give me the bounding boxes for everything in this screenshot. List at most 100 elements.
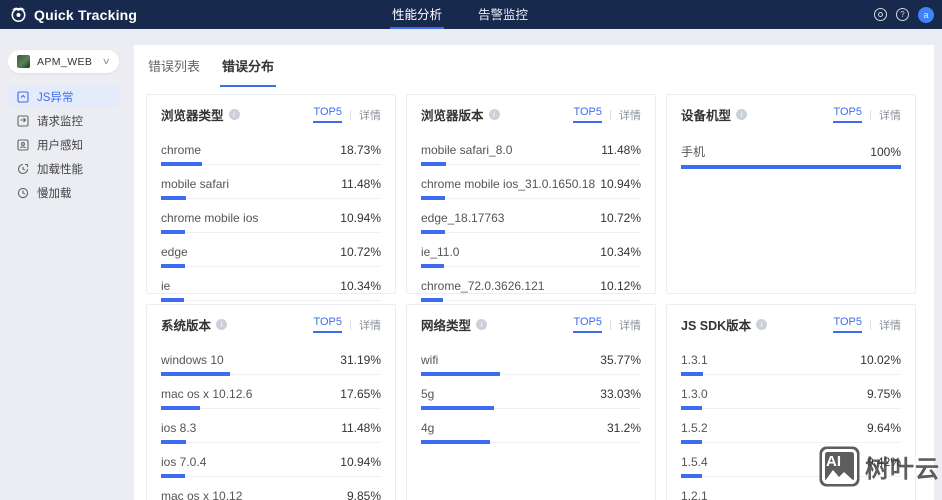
info-icon[interactable]: i [736,109,748,120]
metric-value: 10.12% [600,279,641,293]
content-tabs: 错误列表 错误分布 [134,45,934,87]
metric-line: chrome 18.73% [161,143,381,157]
metric-row: edge_18.17763 10.72% [421,200,641,234]
tab-error-list[interactable]: 错误列表 [146,56,202,87]
metric-line: ie_11.0 10.34% [421,245,641,259]
metric-label: mac os x 10.12 [161,489,243,500]
info-icon[interactable]: i [476,319,488,330]
info-icon[interactable]: i [756,319,768,330]
metric-bar-fill [421,196,446,200]
card-actions: TOP5 详情 [573,316,641,333]
user-perception-icon [17,138,29,151]
gear-icon[interactable] [874,8,887,21]
info-icon[interactable]: i [216,319,228,330]
js-exception-icon [17,90,29,103]
metric-row: mac os x 10.12.6 17.65% [161,376,381,410]
sidebar-item-user-perception[interactable]: 用户感知 [8,133,119,156]
metric-bar-fill [161,264,185,268]
metric-row: chrome mobile ios 10.94% [161,200,381,234]
metric-label: 4g [421,421,435,435]
detail-link[interactable]: 详情 [359,317,381,333]
metric-row: 1.3.0 9.75% [681,376,901,410]
metric-value: 9.85% [346,489,381,500]
metric-line: 1.5.2 9.64% [681,421,901,435]
metric-label: chrome mobile ios [161,211,259,225]
sidebar-item-js-exception[interactable]: JS异常 [8,85,119,108]
metric-bar [421,406,641,410]
metric-label: ios 8.3 [161,421,197,435]
metric-value: 35.77% [600,353,641,367]
metric-value: 18.73% [340,143,381,157]
metric-row: ios 8.3 11.48% [161,410,381,444]
metric-bar [161,372,381,376]
sidebar-item-load-performance[interactable]: 加载性能 [8,157,119,180]
card-rows: windows 10 31.19% mac os x 10.12.6 17.65% io… [161,342,381,500]
nav-tab-performance[interactable]: 性能分析 [390,0,445,29]
project-select[interactable]: APM_WEB ∨ [8,50,119,73]
distribution-card: 浏览器版本 i TOP5 详情 mobile safari_8.0 11.48% chrom… [406,94,656,302]
avatar[interactable]: a [918,6,934,23]
metric-row: 1.2.1 [681,478,901,500]
metric-row: 1.5.4 9.42% [681,444,901,478]
sidebar-item-slow-load[interactable]: 慢加载 [8,181,119,204]
detail-link[interactable]: 详情 [359,107,381,123]
card-actions: TOP5 详情 [833,316,901,333]
divider [610,319,611,330]
detail-link[interactable]: 详情 [879,317,901,333]
metric-label: 5g [421,387,435,401]
metric-bar [681,372,901,376]
distribution-card: 系统版本 i TOP5 详情 windows 10 31.19% mac os x 10.1… [146,304,396,500]
help-icon[interactable]: ? [896,8,909,21]
card-title: 浏览器类型 [161,109,224,123]
project-label: APM_WEB [37,55,93,68]
metric-value: 10.94% [340,455,381,469]
card-rows: chrome 18.73% mobile safari 11.48% chrome mo… [161,132,381,302]
top5-tab[interactable]: TOP5 [833,106,862,123]
tab-error-distribution[interactable]: 错误分布 [220,56,277,87]
metric-line: windows 10 31.19% [161,353,381,367]
metric-bar-fill [421,264,444,268]
info-icon[interactable]: i [488,109,500,120]
metric-line: ie 10.34% [161,279,381,293]
sidebar-item-label: 用户感知 [37,139,83,152]
card-header: 网络类型 i TOP5 详情 [421,315,641,334]
metric-bar [161,474,381,478]
metric-bar [681,474,901,478]
metric-value: 10.34% [600,245,641,259]
metric-value: 10.34% [340,279,381,293]
top5-tab[interactable]: TOP5 [313,316,342,333]
card-header: 浏览器版本 i TOP5 详情 [421,105,641,124]
detail-link[interactable]: 详情 [879,107,901,123]
card-header: 设备机型 i TOP5 详情 [681,105,901,124]
detail-link[interactable]: 详情 [619,107,641,123]
sidebar-item-request-monitor[interactable]: 请求监控 [8,109,119,132]
metric-value: 11.48% [341,421,381,435]
metric-label: windows 10 [161,353,224,367]
divider [870,319,871,330]
metric-value: 11.48% [601,143,641,157]
metric-bar-fill [161,230,186,234]
metric-line: 1.3.0 9.75% [681,387,901,401]
metric-row: chrome_72.0.3626.121 10.12% [421,268,641,302]
metric-row: chrome mobile ios_31.0.1650.18 10.94% [421,166,641,200]
nav-tab-alerts[interactable]: 告警监控 [476,0,530,29]
metric-value: 31.2% [606,421,641,435]
card-title: JS SDK版本 [681,319,752,333]
card-rows: mobile safari_8.0 11.48% chrome mobile ios… [421,132,641,302]
metric-bar [161,196,381,200]
request-monitor-icon [17,114,29,127]
detail-link[interactable]: 详情 [619,317,641,333]
metric-value: 100% [870,145,901,159]
top5-tab[interactable]: TOP5 [573,316,602,333]
info-icon[interactable]: i [228,109,240,120]
metric-value: 11.48% [341,177,381,191]
distribution-card: 网络类型 i TOP5 详情 wifi 35.77% 5g 33.03% 4g 31.2% [406,304,656,500]
metric-value: 10.72% [600,211,641,225]
top5-tab[interactable]: TOP5 [313,106,342,123]
metric-line: 手机 100% [681,143,901,160]
metric-label: 1.5.4 [681,455,708,469]
metric-value: 10.72% [340,245,381,259]
top5-tab[interactable]: TOP5 [833,316,862,333]
card-header: JS SDK版本 i TOP5 详情 [681,315,901,334]
top5-tab[interactable]: TOP5 [573,106,602,123]
